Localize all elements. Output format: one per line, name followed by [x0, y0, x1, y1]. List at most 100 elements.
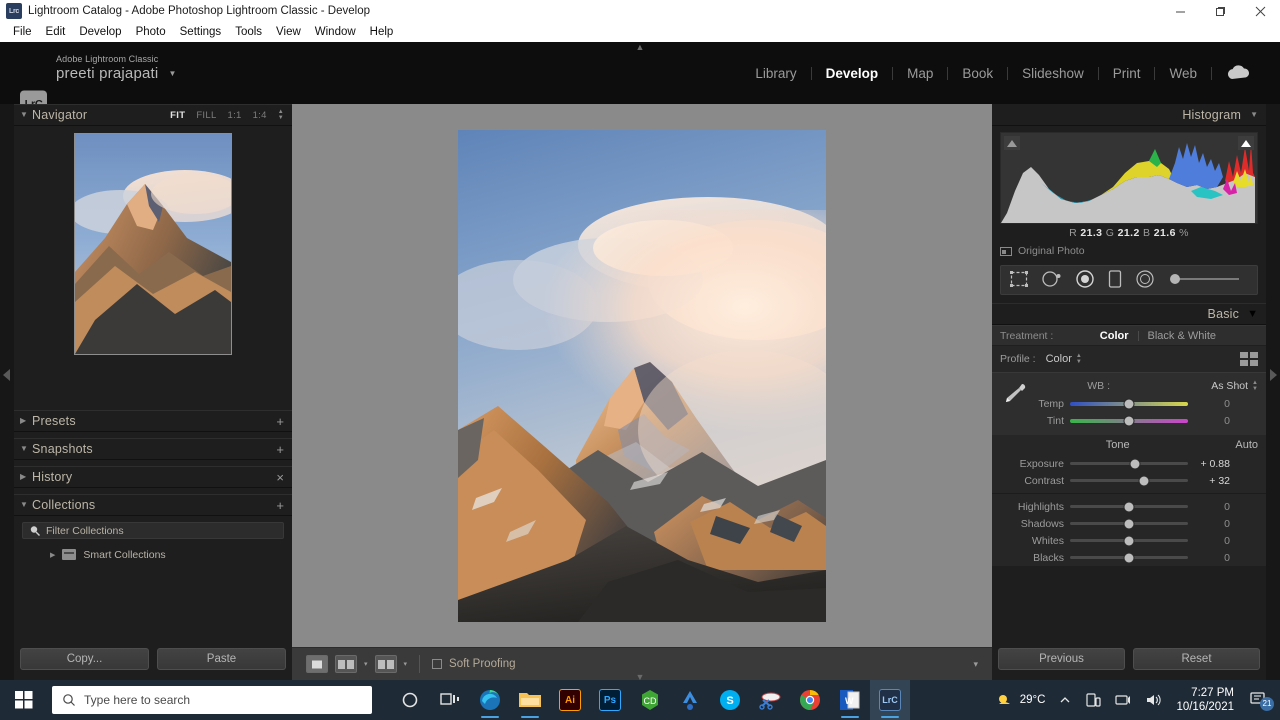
minimize-icon[interactable] [1160, 0, 1200, 22]
skype-icon[interactable]: S [710, 680, 750, 720]
auto-tone-button[interactable]: Auto [1235, 439, 1258, 451]
highlights-value[interactable]: 0 [1188, 501, 1230, 513]
navigator-preview[interactable] [74, 133, 232, 355]
exposure-slider-handle[interactable] [1130, 459, 1139, 468]
file-explorer-icon[interactable] [510, 680, 550, 720]
module-library[interactable]: Library [741, 66, 810, 81]
wb-stepper-icon[interactable]: ▲▼ [1252, 381, 1258, 392]
temp-value[interactable]: 0 [1188, 398, 1230, 410]
windows-start-icon[interactable] [0, 680, 48, 720]
filter-collections-input[interactable]: Filter Collections [22, 522, 284, 539]
zoom-1-1[interactable]: 1:1 [228, 110, 242, 121]
clear-history-icon[interactable]: × [276, 471, 284, 484]
identity-plate[interactable]: Adobe Lightroom Classic preeti prajapati… [56, 54, 177, 82]
module-web[interactable]: Web [1155, 66, 1211, 81]
twisty-icon[interactable]: ▼ [20, 445, 32, 453]
weather-widget[interactable]: 29°C [989, 691, 1053, 709]
microsoft-word-icon[interactable]: W [830, 680, 870, 720]
task-view-icon[interactable] [430, 680, 470, 720]
treatment-bw-option[interactable]: Black & White [1148, 330, 1216, 342]
whites-slider[interactable] [1070, 539, 1188, 542]
twisty-icon[interactable]: ▶ [20, 417, 32, 425]
close-icon[interactable] [1240, 0, 1280, 22]
tint-slider[interactable] [1070, 419, 1188, 423]
red-eye-correction-tool[interactable] [1075, 270, 1095, 291]
google-chrome-icon[interactable] [790, 680, 830, 720]
blacks-value[interactable]: 0 [1188, 552, 1230, 564]
twisty-icon[interactable]: ▼ [20, 111, 32, 119]
collections-header[interactable]: ▼ Collections + [14, 494, 292, 516]
menu-photo[interactable]: Photo [129, 24, 173, 40]
zoom-fill[interactable]: FILL [196, 110, 216, 121]
search-input[interactable]: Type here to search [52, 686, 372, 714]
menu-settings[interactable]: Settings [173, 24, 229, 40]
profile-browser-icon[interactable] [1240, 352, 1258, 366]
loupe-view-icon[interactable] [306, 655, 328, 673]
shadows-slider-handle[interactable] [1125, 519, 1134, 528]
snapshots-header[interactable]: ▼ Snapshots + [14, 438, 292, 460]
zoom-stepper-icon[interactable]: ▲▼ [278, 110, 284, 121]
exposure-slider[interactable] [1070, 462, 1188, 465]
twisty-icon[interactable]: ▼ [1247, 308, 1258, 320]
original-photo-row[interactable]: Original Photo [1000, 245, 1266, 257]
highlights-slider[interactable] [1070, 505, 1188, 508]
right-panel-toggle[interactable] [1266, 104, 1280, 680]
module-slideshow[interactable]: Slideshow [1008, 66, 1098, 81]
module-develop[interactable]: Develop [812, 66, 893, 81]
cortana-icon[interactable] [390, 680, 430, 720]
snipping-tool-icon[interactable] [750, 680, 790, 720]
basic-header[interactable]: Basic ▼ [992, 303, 1266, 325]
add-snapshot-icon[interactable]: + [276, 443, 284, 456]
maximize-icon[interactable] [1200, 0, 1240, 22]
masking-tool[interactable] [1107, 269, 1123, 292]
twisty-icon[interactable]: ▼ [20, 501, 32, 509]
blacks-slider[interactable] [1070, 556, 1188, 559]
white-balance-selector-icon[interactable] [1002, 380, 1028, 409]
temp-slider-handle[interactable] [1125, 399, 1134, 408]
zoom-1-4[interactable]: 1:4 [253, 110, 267, 121]
microsoft-edge-icon[interactable] [470, 680, 510, 720]
module-print[interactable]: Print [1099, 66, 1155, 81]
adobe-photoshop-icon[interactable]: Ps [590, 680, 630, 720]
whites-value[interactable]: 0 [1188, 535, 1230, 547]
contrast-value[interactable]: + 32 [1188, 475, 1230, 487]
menu-help[interactable]: Help [363, 24, 401, 40]
before-after-caret-icon[interactable]: ▾ [364, 660, 368, 668]
cloud-icon[interactable] [1212, 65, 1262, 81]
tint-value[interactable]: 0 [1188, 415, 1230, 427]
shadow-clipping-icon[interactable] [1004, 136, 1020, 150]
menu-window[interactable]: Window [308, 24, 363, 40]
compare-caret-icon[interactable]: ▾ [404, 660, 408, 668]
soft-proofing-checkbox[interactable] [432, 659, 442, 669]
add-preset-icon[interactable]: + [276, 415, 284, 428]
compare-yy-icon[interactable] [375, 655, 397, 673]
volume-icon[interactable] [1138, 693, 1168, 707]
menu-develop[interactable]: Develop [72, 24, 128, 40]
photo-preview[interactable] [458, 130, 826, 622]
histogram-header[interactable]: Histogram ▼ [992, 104, 1266, 126]
smart-collections-row[interactable]: ▶ Smart Collections [22, 546, 284, 563]
loupe-view[interactable] [292, 104, 992, 647]
treatment-color-option[interactable]: Color [1100, 330, 1129, 342]
before-after-icon[interactable] [335, 655, 357, 673]
highlight-clipping-icon[interactable] [1238, 136, 1254, 150]
notifications-icon[interactable]: 21 [1242, 691, 1276, 710]
lightroom-classic-icon[interactable]: LrC [870, 680, 910, 720]
contrast-slider-handle[interactable] [1140, 476, 1149, 485]
show-hidden-icons-icon[interactable] [1052, 694, 1078, 706]
spot-removal-tool[interactable] [1041, 270, 1063, 291]
left-panel-toggle[interactable] [0, 104, 14, 680]
temp-slider[interactable] [1070, 402, 1188, 406]
autodesk-icon[interactable] [670, 680, 710, 720]
network-icon[interactable] [1108, 693, 1138, 707]
contrast-slider[interactable] [1070, 479, 1188, 482]
add-collection-icon[interactable]: + [276, 499, 284, 512]
adobe-illustrator-icon[interactable]: Ai [550, 680, 590, 720]
profile-stepper-icon[interactable]: ▲▼ [1076, 354, 1082, 365]
navigator-header[interactable]: ▼ Navigator FIT FILL 1:1 1:4 ▲▼ [14, 104, 292, 126]
crop-overlay-tool[interactable] [1009, 270, 1029, 291]
toolbar-options-caret-icon[interactable]: ▾ [973, 659, 978, 670]
previous-button[interactable]: Previous [998, 648, 1125, 670]
module-book[interactable]: Book [948, 66, 1007, 81]
zoom-fit[interactable]: FIT [170, 110, 185, 121]
